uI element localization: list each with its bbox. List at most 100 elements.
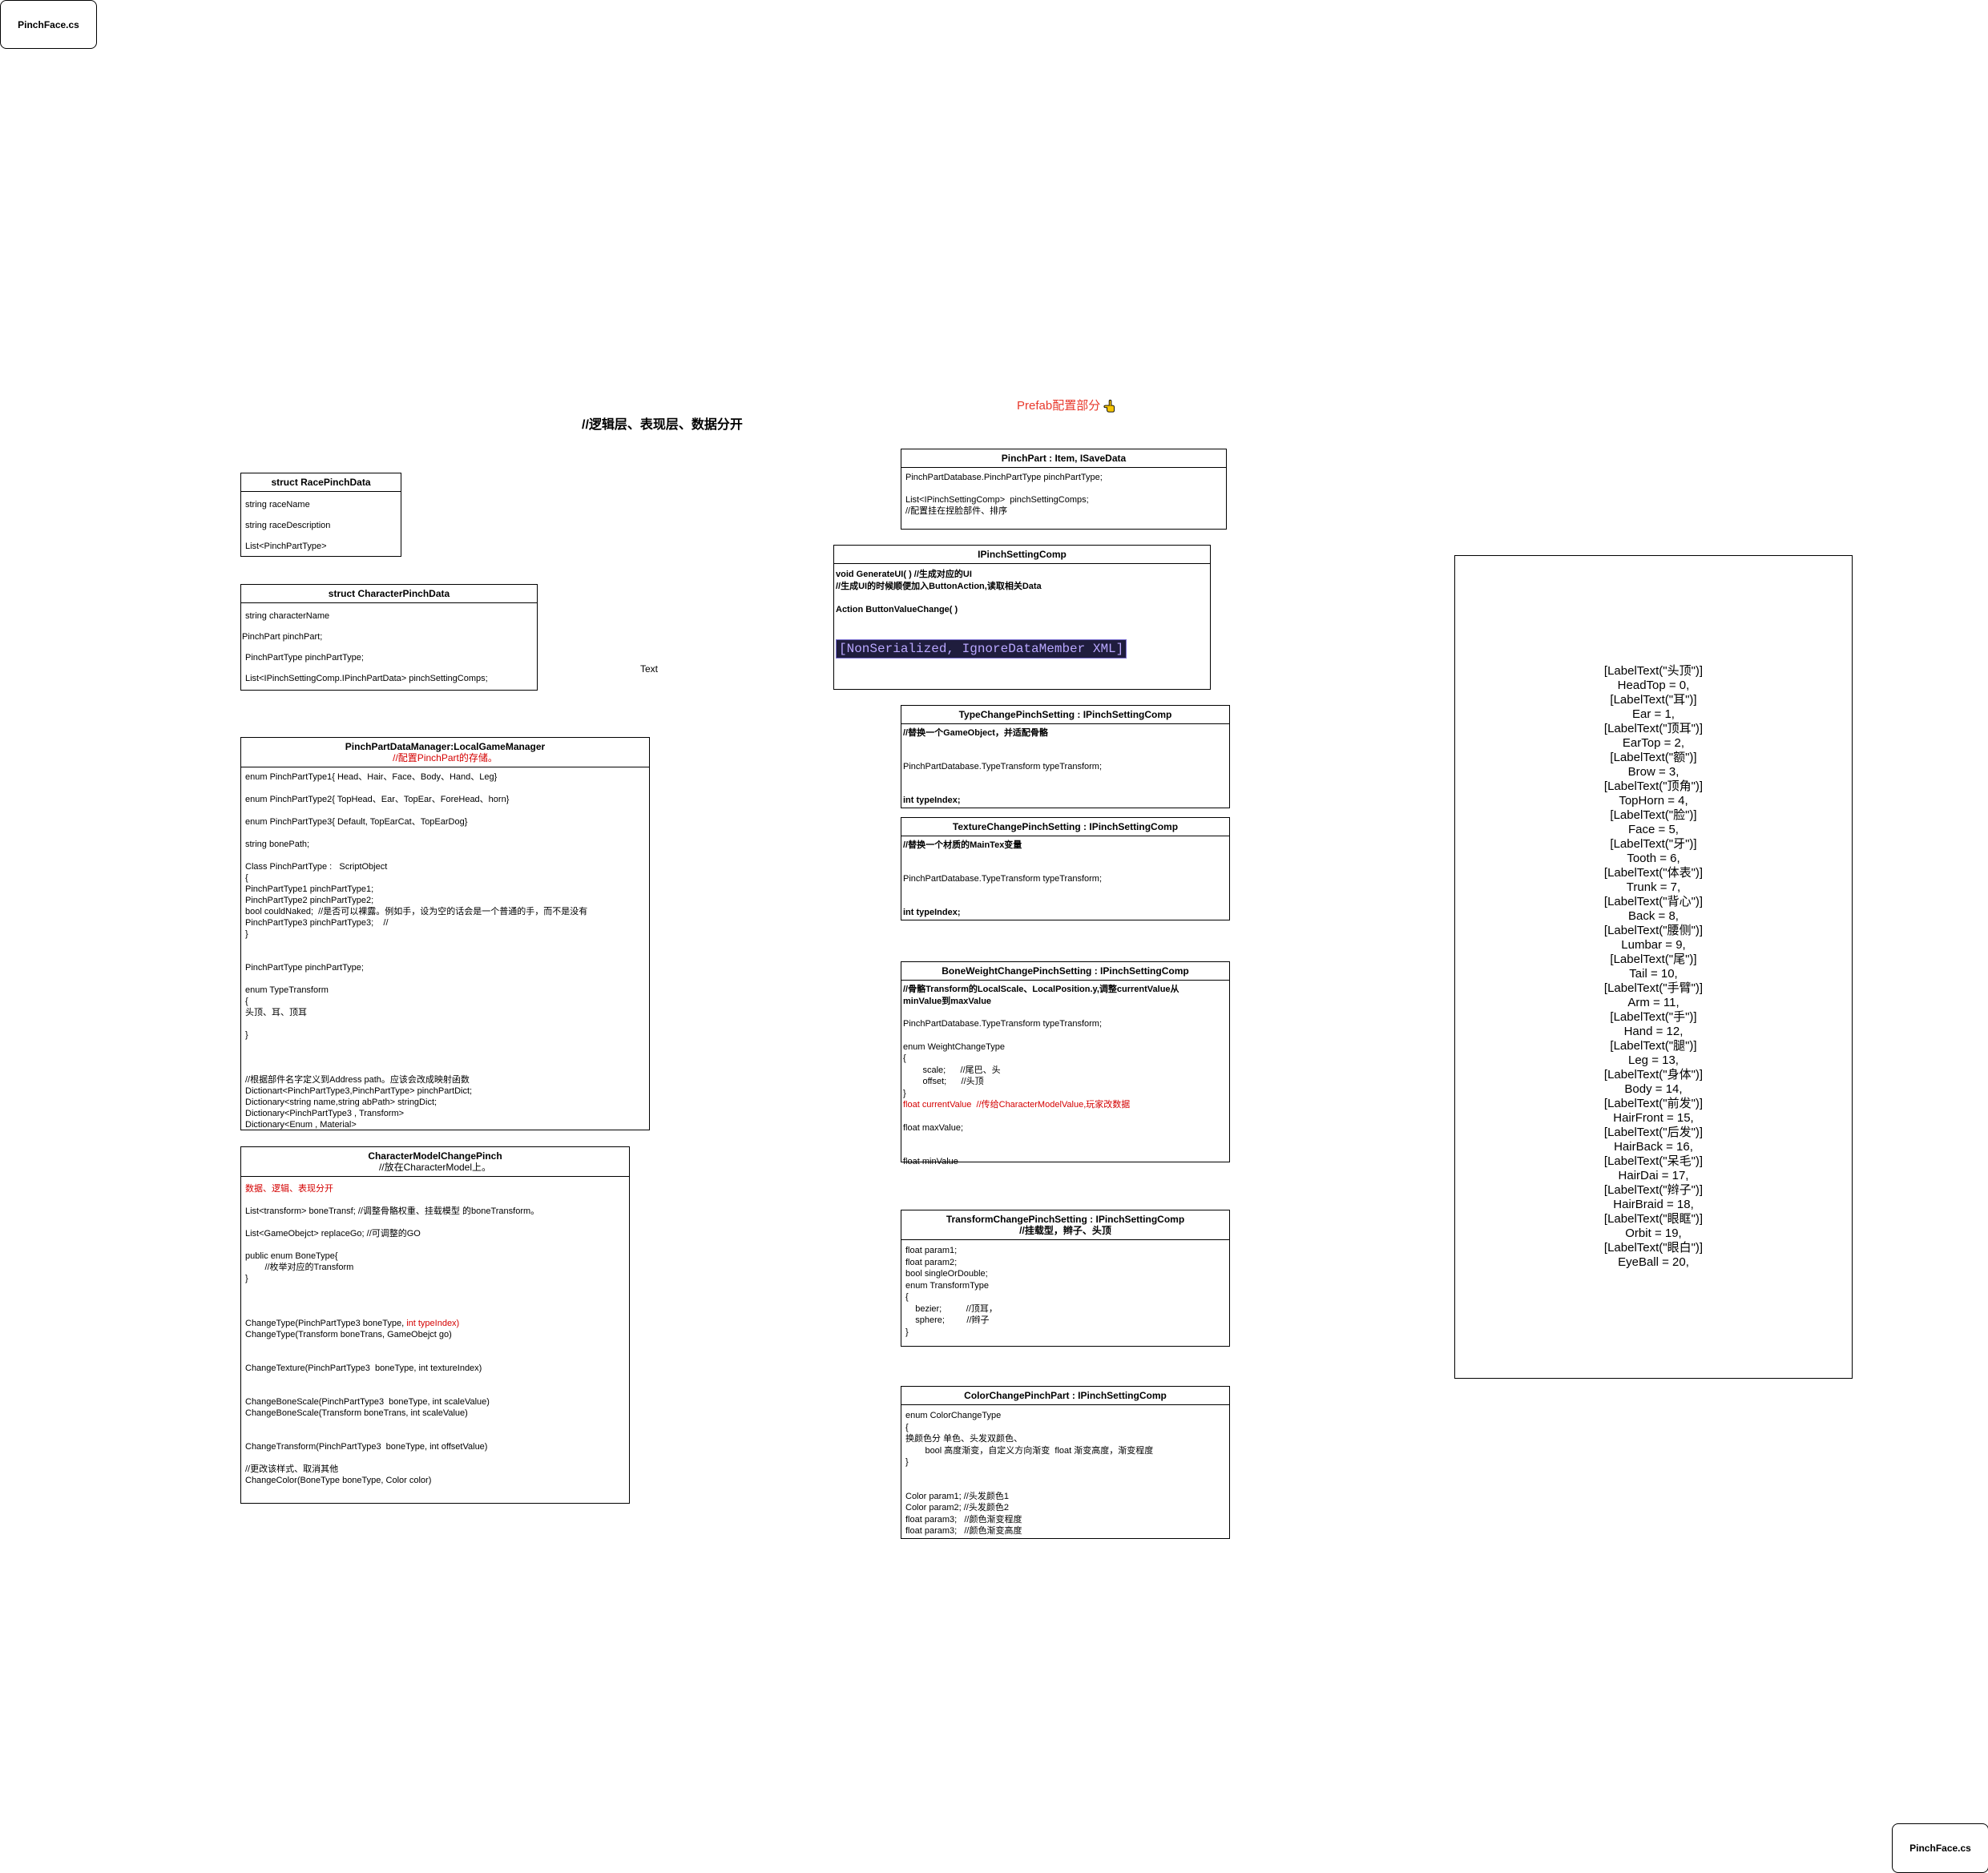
color-change-line: } [905,1457,909,1467]
enum-entry: [LabelText("呆毛")] [1603,1154,1704,1168]
manager-line: Dictionary<PinchPartType3 , Transform> [245,1109,405,1118]
pinch-part-line [905,484,1222,495]
manager-line [245,1019,645,1030]
model-change-line: ChangeTransform(PinchPartType3 boneType,… [245,1442,488,1452]
model-change-line: ChangeType(Transform boneTrans, GameObej… [245,1330,452,1339]
pinch-part-body: PinchPartDatabase.PinchPartType pinchPar… [901,468,1226,520]
enum-entry: Trunk = 7, [1626,880,1681,894]
manager-line: { [245,997,248,1006]
color-change-line [905,1468,1225,1480]
manager-line: enum PinchPartType1{ Head、Hair、Face、Body… [245,772,498,782]
character-line: string characterName [245,611,330,621]
model-change-line: ChangeTexture(PinchPartType3 boneType, i… [245,1363,482,1373]
manager-line [245,783,645,795]
race-pinch-data-box[interactable]: struct RacePinchData string raceName str… [240,473,401,557]
type-change-title: TypeChangePinchSetting : IPinchSettingCo… [901,706,1229,724]
model-change-line: //更改该样式、取消其他 [245,1464,339,1474]
enum-entry: [LabelText("身体")] [1603,1068,1704,1082]
bone-weight-line: PinchPartDatabase.TypeTransform typeTran… [903,1019,1103,1029]
transform-change-body: float param1; float param2; bool singleOrD… [901,1240,1229,1340]
enum-entry: [LabelText("腿")] [1610,1039,1697,1053]
layers-heading: //逻辑层、表现层、数据分开 [582,418,743,432]
model-change-line: ChangeBoneScale(PinchPartType3 boneType,… [245,1397,490,1407]
manager-line [245,1064,645,1075]
transform-change-line: } [905,1327,909,1337]
enum-entry: HairBraid = 18, [1613,1198,1694,1211]
model-change-line [245,1307,625,1318]
bone-weight-line: { [903,1053,906,1063]
enum-entry: TopHorn = 4, [1619,794,1688,808]
enum-entry: [LabelText("前发")] [1603,1097,1704,1110]
ipinch-line: Action ButtonValueChange( ) [836,605,958,614]
texture-change-line [903,864,1225,875]
model-change-line: ChangeColor(BoneType boneType, Color col… [245,1476,432,1485]
pinch-part-box[interactable]: PinchPart : Item, ISaveData PinchPartDat… [901,449,1227,530]
manager-line: 头顶、耳、顶耳 [245,1008,307,1017]
enum-entry: [LabelText("额")] [1610,751,1697,764]
bone-weight-line [903,1030,1225,1041]
transform-change-line: { [905,1292,909,1302]
manager-line [245,974,645,985]
bone-weight-change-box[interactable]: BoneWeightChangePinchSetting : IPinchSet… [901,961,1230,1166]
model-change-lines-b: ChangeType(Transform boneTrans, GameObej… [245,1329,625,1486]
color-change-line [905,1480,1225,1491]
character-pinch-data-box[interactable]: struct CharacterPinchData string charact… [240,584,538,691]
bone-weight-line [903,1134,1225,1145]
manager-line: enum TypeTransform [245,985,329,995]
character-line: List<IPinchSettingComp.IPinchPartData> p… [245,674,488,683]
bone-weight-line [903,1007,1225,1018]
enum-entry: [LabelText("尾")] [1610,953,1697,966]
enum-entry: Tooth = 6, [1627,852,1680,865]
bone-weight-line [903,1111,1225,1122]
model-change-line [245,1340,625,1351]
enum-entry: [LabelText("辫子")] [1603,1183,1704,1197]
code-highlight: [NonSerialized, IgnoreDataMember XML] [836,639,1127,659]
enum-entry: Orbit = 19, [1625,1227,1682,1240]
ipinch-setting-comp-box[interactable]: IPinchSettingComp void GenerateUI( ) //生… [833,545,1211,690]
transform-change-line: bool singleOrDouble; [905,1269,988,1279]
bone-weight-line: //骨骼Transform的LocalScale、LocalPosition.y… [903,985,1179,994]
enum-entry: [LabelText("牙")] [1610,837,1697,851]
color-change-box[interactable]: ColorChangePinchPart : IPinchSettingComp… [901,1386,1230,1539]
character-model-change-box[interactable]: CharacterModelChangePinch //放在CharacterM… [240,1146,630,1504]
pinch-part-title: PinchPart : Item, ISaveData [901,449,1226,468]
enum-entry: [LabelText("脸")] [1610,808,1697,822]
pinch-part-data-manager-box[interactable]: PinchPartDataManager:LocalGameManager //… [240,737,650,1130]
model-change-line: } [245,1274,248,1283]
manager-line: Dictionary<string name,string abPath> st… [245,1098,438,1107]
manager-body: enum PinchPartType1{ Head、Hair、Face、Body… [241,767,649,1134]
race-title: struct RacePinchData [241,473,401,492]
character-title: struct CharacterPinchData [241,585,537,603]
enum-entry: Brow = 3, [1627,765,1680,779]
bone-weight-title: BoneWeightChangePinchSetting : IPinchSet… [901,962,1229,981]
texture-change-box[interactable]: TextureChangePinchSetting : IPinchSettin… [901,817,1230,920]
bone-weight-line [903,1145,1225,1156]
model-change-subtitle: //放在CharacterModel上。 [378,1162,492,1173]
model-change-line: ChangeBoneScale(Transform boneTrans, int… [245,1408,468,1418]
type-change-line [903,785,1225,796]
enum-entry: Face = 5, [1628,823,1679,836]
manager-title: PinchPartDataManager:LocalGameManager [345,741,546,752]
enum-entry: Body = 14, [1624,1082,1683,1096]
type-change-line: int typeIndex; [903,796,961,805]
color-change-line: float param3; //颜色渐变高度 [905,1526,1022,1536]
enum-entry: [LabelText("体表")] [1603,866,1704,880]
color-change-line: Color param2; //头发颜色2 [905,1503,1009,1512]
character-line: PinchPart pinchPart; [242,632,323,642]
file-tab-top[interactable]: PinchFace.cs [0,0,97,49]
enum-entry: HairDai = 17, [1618,1169,1689,1182]
text-label: Text [640,663,659,675]
texture-change-line: //替换一个材质的MainTex变量 [903,840,1022,850]
type-change-box[interactable]: TypeChangePinchSetting : IPinchSettingCo… [901,705,1230,808]
enum-entry: [LabelText("手")] [1610,1010,1697,1024]
file-tab-bottom-label: PinchFace.cs [1909,1843,1971,1854]
enum-entry: EarTop = 2, [1622,736,1685,750]
transform-change-box[interactable]: TransformChangePinchSetting : IPinchSett… [901,1210,1230,1347]
enum-entry: HairBack = 16, [1614,1140,1693,1154]
transform-change-line: float param2; [905,1257,958,1267]
enum-list-box[interactable]: [LabelText("头顶")] HeadTop = 0, [LabelText(… [1454,555,1853,1379]
enum-entry: EyeBall = 20, [1618,1255,1689,1269]
file-tab-bottom[interactable]: PinchFace.cs [1892,1823,1988,1873]
color-change-line: enum ColorChangeType [905,1411,1002,1420]
type-change-body: //替换一个GameObject，并适配骨骼 PinchPartDatabase.… [901,724,1229,810]
